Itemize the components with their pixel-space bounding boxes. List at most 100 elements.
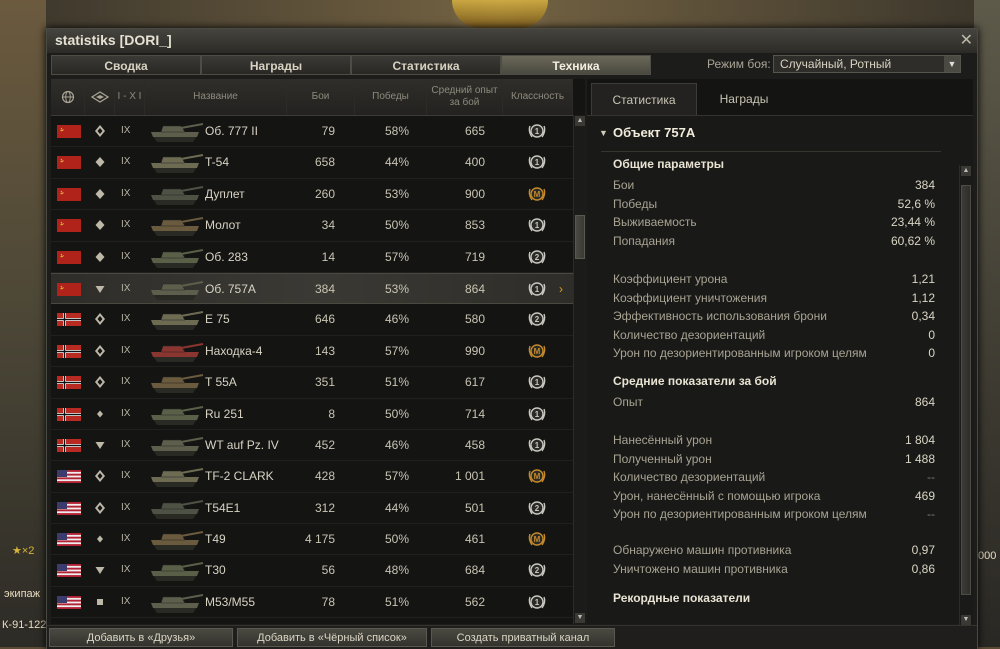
stat-value: 52,6 % xyxy=(897,196,935,211)
scroll-down-icon[interactable]: ▼ xyxy=(961,615,971,625)
table-row[interactable]: IX T-54 658 44% 400 1 xyxy=(51,147,573,179)
table-row[interactable]: IX T 55A 351 51% 617 1 xyxy=(51,367,573,399)
tank-image xyxy=(151,499,204,519)
tank-destroyer-icon xyxy=(95,567,105,575)
table-row[interactable]: IX Находка-4 143 57% 990 M xyxy=(51,336,573,368)
window-titlebar[interactable]: statistiks [DORI_] ✕ xyxy=(47,29,977,53)
tank-image xyxy=(151,374,204,394)
section-average: Средние показатели за бой xyxy=(613,374,777,388)
sort-level-header[interactable]: I - X I xyxy=(115,79,145,115)
ussr-flag-icon xyxy=(57,219,81,233)
details-content: ▼ Объект 757А Общие параметры Бои 384 Побе… xyxy=(587,116,959,624)
sort-exp-header[interactable]: Средний опыт за бой xyxy=(427,79,503,115)
details-scrollbar[interactable]: ▲ ▼ xyxy=(959,165,972,626)
table-row[interactable]: IX E 75 646 46% 580 2 xyxy=(51,304,573,336)
mastery-badge-icon: 1 xyxy=(528,406,546,421)
vehicle-name: Об. 757А xyxy=(205,281,256,296)
table-row[interactable]: IX T30 56 48% 684 2 xyxy=(51,555,573,587)
table-row[interactable]: IX Об. 757А 384 53% 864 1 › xyxy=(51,272,573,305)
tab-statistics[interactable]: Статистика xyxy=(351,55,501,75)
table-row[interactable]: IX Об. 777 II 79 58% 665 1 xyxy=(51,116,573,148)
scroll-down-icon[interactable]: ▼ xyxy=(575,613,585,623)
stat-row: Коэффициент уничтожения 1,12 xyxy=(613,291,935,309)
scroll-up-icon[interactable]: ▲ xyxy=(575,116,585,126)
tank-image xyxy=(151,342,204,362)
collapse-icon[interactable]: ▼ xyxy=(599,128,608,138)
ussr-flag-icon xyxy=(57,187,81,201)
scroll-up-icon[interactable]: ▲ xyxy=(961,166,971,176)
sort-name-header[interactable]: Название xyxy=(145,79,287,115)
close-icon[interactable]: ✕ xyxy=(960,30,973,50)
sort-battles-header[interactable]: Бои xyxy=(287,79,355,115)
vehicle-battles: 34 xyxy=(321,218,335,233)
tab-summary[interactable]: Сводка xyxy=(51,55,201,75)
table-header: I - X I Название Бои Победы Средний опыт… xyxy=(51,79,573,116)
stat-value: 0 xyxy=(928,327,935,342)
sort-nation-header[interactable] xyxy=(51,79,85,115)
stat-row: Коэффициент урона 1,21 xyxy=(613,272,935,290)
vehicle-wins: 44% xyxy=(384,155,409,170)
badge-text: 1 xyxy=(535,410,540,419)
tab-details-statistics[interactable]: Статистика xyxy=(591,83,697,115)
medium-tank-icon xyxy=(95,251,105,262)
heavy-tank-icon xyxy=(95,313,105,326)
vehicle-avg-exp: 461 xyxy=(464,532,485,547)
main-tabs: Сводка Награды Статистика Техника xyxy=(47,53,651,77)
usa-flag-icon xyxy=(57,501,81,515)
badge-text: M xyxy=(534,190,541,199)
tab-vehicles[interactable]: Техника xyxy=(501,55,651,75)
vehicle-battles: 452 xyxy=(314,437,335,452)
vehicle-level: IX xyxy=(121,376,131,388)
scroll-thumb[interactable] xyxy=(961,185,971,595)
vehicle-avg-exp: 580 xyxy=(464,312,485,327)
table-row[interactable]: IX T54E1 312 44% 501 2 xyxy=(51,493,573,525)
table-row[interactable]: IX Молот 34 50% 853 1 xyxy=(51,210,573,242)
bg-crew-label: экипаж xyxy=(4,588,41,600)
stat-label: Количество дезориентаций xyxy=(613,327,766,342)
vehicle-avg-exp: 864 xyxy=(464,281,485,296)
battle-mode-select[interactable]: Случайный, Ротный ▼ xyxy=(773,55,961,73)
add-blacklist-button[interactable]: Добавить в «Чёрный список» xyxy=(237,628,427,647)
table-row[interactable]: IX T49 4 175 50% 461 M xyxy=(51,524,573,556)
table-row[interactable]: IX TF-2 CLARK 428 57% 1 001 M xyxy=(51,461,573,493)
vehicle-battles: 260 xyxy=(314,186,335,201)
sort-wins-header[interactable]: Победы xyxy=(355,79,427,115)
stat-value: 23,44 % xyxy=(890,215,935,229)
vehicle-level: IX xyxy=(121,533,131,545)
stat-value: 384 xyxy=(914,178,935,192)
sort-mastery-header[interactable]: Классность xyxy=(503,79,573,115)
sort-type-header[interactable] xyxy=(85,79,115,115)
medium-tank-icon xyxy=(95,188,105,199)
table-row[interactable]: IX Дуплет 260 53% 900 M xyxy=(51,179,573,211)
battle-mode-label: Режим боя: xyxy=(707,57,771,71)
vehicle-wins: 46% xyxy=(384,437,409,452)
badge-text: 1 xyxy=(535,285,540,294)
usa-flag-icon xyxy=(57,595,81,609)
badge-text: 2 xyxy=(535,316,540,325)
vehicle-title: Объект 757А xyxy=(613,125,696,140)
vehicle-avg-exp: 990 xyxy=(464,343,485,358)
vehicle-avg-exp: 458 xyxy=(464,437,485,452)
vehicle-table: I - X I Название Бои Победы Средний опыт… xyxy=(51,79,586,624)
chevron-down-icon[interactable]: ▼ xyxy=(944,56,960,72)
create-channel-button[interactable]: Создать приватный канал xyxy=(431,628,615,647)
bg-tank-label: К-91-122 xyxy=(2,619,47,631)
table-row[interactable]: IX M53/M55 78 51% 562 1 xyxy=(51,587,573,619)
vehicle-name: Молот xyxy=(205,218,241,233)
tab-details-awards[interactable]: Награды xyxy=(697,83,791,115)
tab-awards[interactable]: Награды xyxy=(201,55,351,75)
heavy-tank-icon xyxy=(95,470,105,483)
vehicle-name: Находка-4 xyxy=(205,343,263,358)
table-row[interactable]: IX Ru 251 8 50% 714 1 xyxy=(51,399,573,430)
vehicle-wins: 44% xyxy=(384,500,409,515)
add-friend-button[interactable]: Добавить в «Друзья» xyxy=(49,628,233,647)
battle-mode-value: Случайный, Ротный xyxy=(780,57,892,71)
table-row[interactable]: IX WT auf Pz. IV 452 46% 458 1 xyxy=(51,430,573,462)
table-row[interactable]: IX Об. 283 14 57% 719 2 xyxy=(51,242,573,273)
vehicle-name: M53/M55 xyxy=(205,594,256,609)
mastery-badge-icon: 2 xyxy=(528,249,546,264)
table-scrollbar[interactable]: ▲ ▼ xyxy=(573,115,586,624)
medium-tank-icon xyxy=(95,157,105,168)
mastery-badge-icon: M xyxy=(528,344,546,358)
scroll-thumb[interactable] xyxy=(575,215,585,259)
